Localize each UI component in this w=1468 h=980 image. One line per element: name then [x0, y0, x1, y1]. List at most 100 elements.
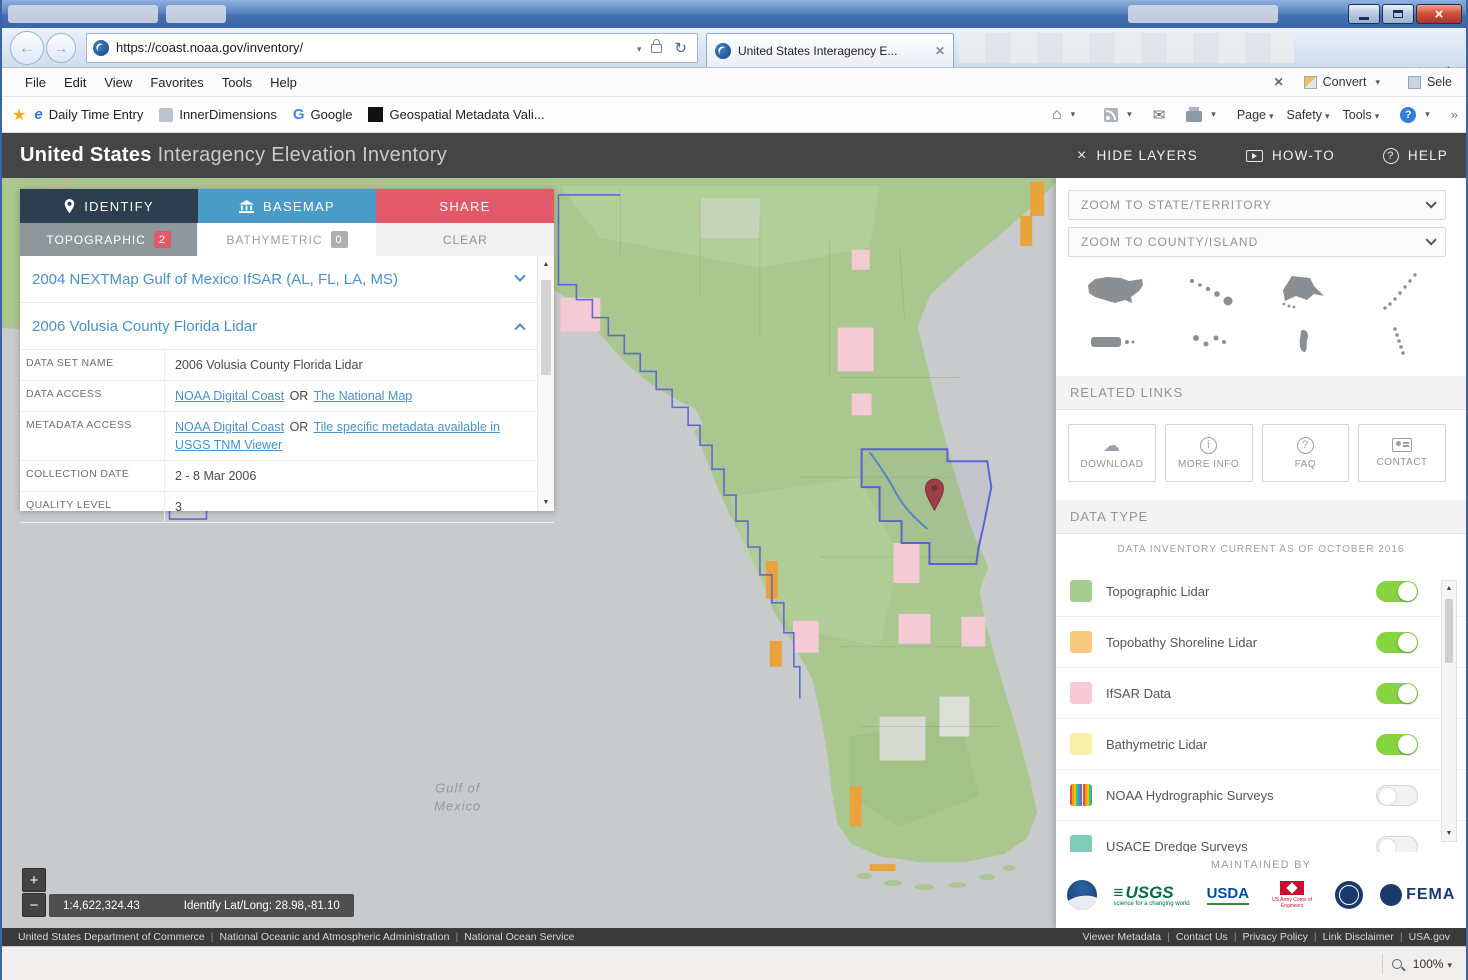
home-menu-button[interactable]: ⌂	[1044, 102, 1083, 128]
menu-help[interactable]: Help	[261, 71, 306, 94]
territory-icon-us-virgin-islands[interactable]	[1163, 316, 1258, 366]
favorite-daily-time-entry[interactable]: Daily Time Entry	[26, 102, 151, 127]
footer-link-disclaimer-link[interactable]: Link Disclaimer	[1323, 931, 1394, 943]
territory-icon-guam[interactable]	[1257, 316, 1352, 366]
maximize-button[interactable]	[1382, 4, 1414, 24]
menu-tools[interactable]: Tools	[213, 71, 261, 94]
how-to-button[interactable]: HOW-TO	[1246, 148, 1335, 163]
tools-menu-button[interactable]: Tools	[1343, 108, 1380, 122]
scroll-down-icon[interactable]: ▼	[1446, 830, 1453, 837]
minimize-button[interactable]	[1348, 4, 1380, 24]
browser-zoom-control[interactable]: 100%	[1413, 957, 1452, 971]
legend-swatch	[1070, 580, 1092, 602]
panel-scrollbar[interactable]: ▲ ▼	[537, 256, 554, 511]
zoom-to-state-dropdown[interactable]: ZOOM TO STATE/TERRITORY	[1068, 190, 1446, 220]
footer-contact-us-link[interactable]: Contact Us	[1176, 931, 1228, 943]
territory-icon-hawaii[interactable]	[1163, 266, 1258, 316]
add-favorite-star-icon[interactable]: ★	[12, 105, 26, 125]
legend-scrollbar[interactable]: ▲ ▼	[1441, 580, 1457, 842]
zoom-in-button[interactable]: +	[22, 868, 46, 892]
scrollbar-thumb[interactable]	[541, 280, 551, 375]
browser-tab[interactable]: United States Interagency E... ✕	[706, 33, 954, 67]
accordion-nextmap-gulf[interactable]: 2004 NEXTMap Gulf of Mexico IfSAR (AL, F…	[20, 256, 554, 303]
download-button[interactable]: DOWNLOAD	[1068, 424, 1156, 482]
footer-usa-gov-link[interactable]: USA.gov	[1409, 931, 1450, 943]
read-mail-icon[interactable]: ✉	[1153, 106, 1166, 124]
commerce-seal-logo[interactable]	[1335, 881, 1363, 909]
legend-row-noaa-hydrographic-surveys: NOAA Hydrographic Surveys	[1056, 770, 1466, 821]
tab-basemap[interactable]: BASEMAP	[198, 189, 376, 223]
tab-identify[interactable]: IDENTIFY	[20, 189, 198, 223]
zoom-out-button[interactable]: −	[22, 893, 46, 917]
convert-button[interactable]: Convert	[1296, 71, 1388, 93]
menu-file[interactable]: File	[16, 71, 55, 94]
footer-nos-link[interactable]: National Ocean Service	[464, 931, 574, 943]
legend-toggle[interactable]	[1376, 785, 1418, 806]
zoom-magnifier-icon	[1392, 959, 1402, 969]
back-button[interactable]: ←	[10, 31, 44, 65]
refresh-icon[interactable]: ↻	[670, 39, 691, 57]
footer-privacy-policy-link[interactable]: Privacy Policy	[1243, 931, 1308, 943]
fema-logo[interactable]: FEMA	[1380, 884, 1455, 906]
scroll-up-icon[interactable]: ▲	[543, 261, 550, 268]
hide-layers-button[interactable]: × HIDE LAYERS	[1077, 148, 1198, 164]
territory-icon-puerto-rico[interactable]	[1068, 316, 1163, 366]
question-icon: ?	[1297, 437, 1314, 454]
more-info-button[interactable]: i MORE INFO	[1165, 424, 1253, 482]
toolbar-close-icon[interactable]: ✕	[1274, 75, 1284, 89]
usace-flag-icon	[1280, 881, 1304, 895]
footer-doc-link[interactable]: United States Department of Commerce	[18, 931, 205, 943]
close-button[interactable]: ×	[1416, 4, 1462, 24]
accordion-volusia-lidar[interactable]: 2006 Volusia County Florida Lidar	[20, 303, 554, 350]
territory-icon-alaska[interactable]	[1257, 266, 1352, 316]
select-button[interactable]: Sele	[1400, 71, 1460, 93]
menu-view[interactable]: View	[95, 71, 141, 94]
legend-toggle[interactable]	[1376, 581, 1418, 602]
toolbar-overflow-icon[interactable]: »	[1451, 107, 1458, 122]
legend-toggle[interactable]	[1376, 632, 1418, 653]
national-map-link[interactable]: The National Map	[314, 389, 413, 403]
scroll-down-icon[interactable]: ▼	[543, 499, 550, 506]
favorite-google[interactable]: Google	[285, 102, 361, 127]
favorite-geospatial-metadata[interactable]: Geospatial Metadata Vali...	[360, 103, 552, 126]
usda-logo[interactable]: USDA	[1207, 885, 1250, 905]
footer-viewer-metadata-link[interactable]: Viewer Metadata	[1083, 931, 1162, 943]
legend-toggle[interactable]	[1376, 836, 1418, 853]
scrollbar-thumb[interactable]	[1445, 599, 1453, 663]
address-url[interactable]: https://coast.noaa.gov/inventory/	[116, 40, 631, 55]
metadata-noaa-digital-coast-link[interactable]: NOAA Digital Coast	[175, 420, 284, 434]
territory-icon-conus[interactable]	[1068, 266, 1163, 316]
home-icon: ⌂	[1052, 106, 1062, 124]
territory-icon-northern-mariana-islands[interactable]	[1352, 316, 1447, 366]
footer-noaa-link[interactable]: National Oceanic and Atmospheric Adminis…	[219, 931, 449, 943]
contact-button[interactable]: CONTACT	[1358, 424, 1446, 482]
subtab-topographic[interactable]: TOPOGRAPHIC 2	[20, 223, 197, 256]
tab-share[interactable]: SHARE	[376, 189, 554, 223]
noaa-digital-coast-link[interactable]: NOAA Digital Coast	[175, 389, 284, 403]
usace-logo[interactable]: US Army Corps of Engineers	[1266, 881, 1318, 909]
subtab-bathymetric[interactable]: BATHYMETRIC 0	[197, 223, 376, 256]
restore-icon	[1393, 10, 1403, 18]
help-button[interactable]: HELP	[1383, 148, 1448, 164]
subtab-clear[interactable]: CLEAR	[377, 223, 554, 256]
menu-favorites[interactable]: Favorites	[141, 71, 212, 94]
print-button[interactable]	[1178, 103, 1224, 126]
zoom-to-county-dropdown[interactable]: ZOOM TO COUNTY/ISLAND	[1068, 227, 1446, 257]
address-bar[interactable]: https://coast.noaa.gov/inventory/ ↻	[86, 33, 698, 63]
territory-icon-aleutian-islands[interactable]	[1352, 266, 1447, 316]
address-dropdown-caret-icon[interactable]	[631, 39, 648, 57]
faq-button[interactable]: ? FAQ	[1262, 424, 1350, 482]
forward-button[interactable]: →	[46, 33, 76, 63]
menu-edit[interactable]: Edit	[55, 71, 95, 94]
help-menu-button[interactable]	[1392, 103, 1438, 127]
noaa-logo[interactable]	[1067, 880, 1097, 910]
page-menu-button[interactable]: Page	[1237, 108, 1274, 122]
favorite-innerdimensions[interactable]: InnerDimensions	[151, 103, 285, 126]
usgs-logo[interactable]: USGS science for a changing world	[1114, 884, 1190, 907]
legend-toggle[interactable]	[1376, 734, 1418, 755]
feeds-button[interactable]	[1096, 104, 1140, 126]
tab-close-icon[interactable]: ✕	[935, 44, 945, 58]
legend-toggle[interactable]	[1376, 683, 1418, 704]
safety-menu-button[interactable]: Safety	[1287, 108, 1330, 122]
scroll-up-icon[interactable]: ▲	[1446, 585, 1453, 592]
